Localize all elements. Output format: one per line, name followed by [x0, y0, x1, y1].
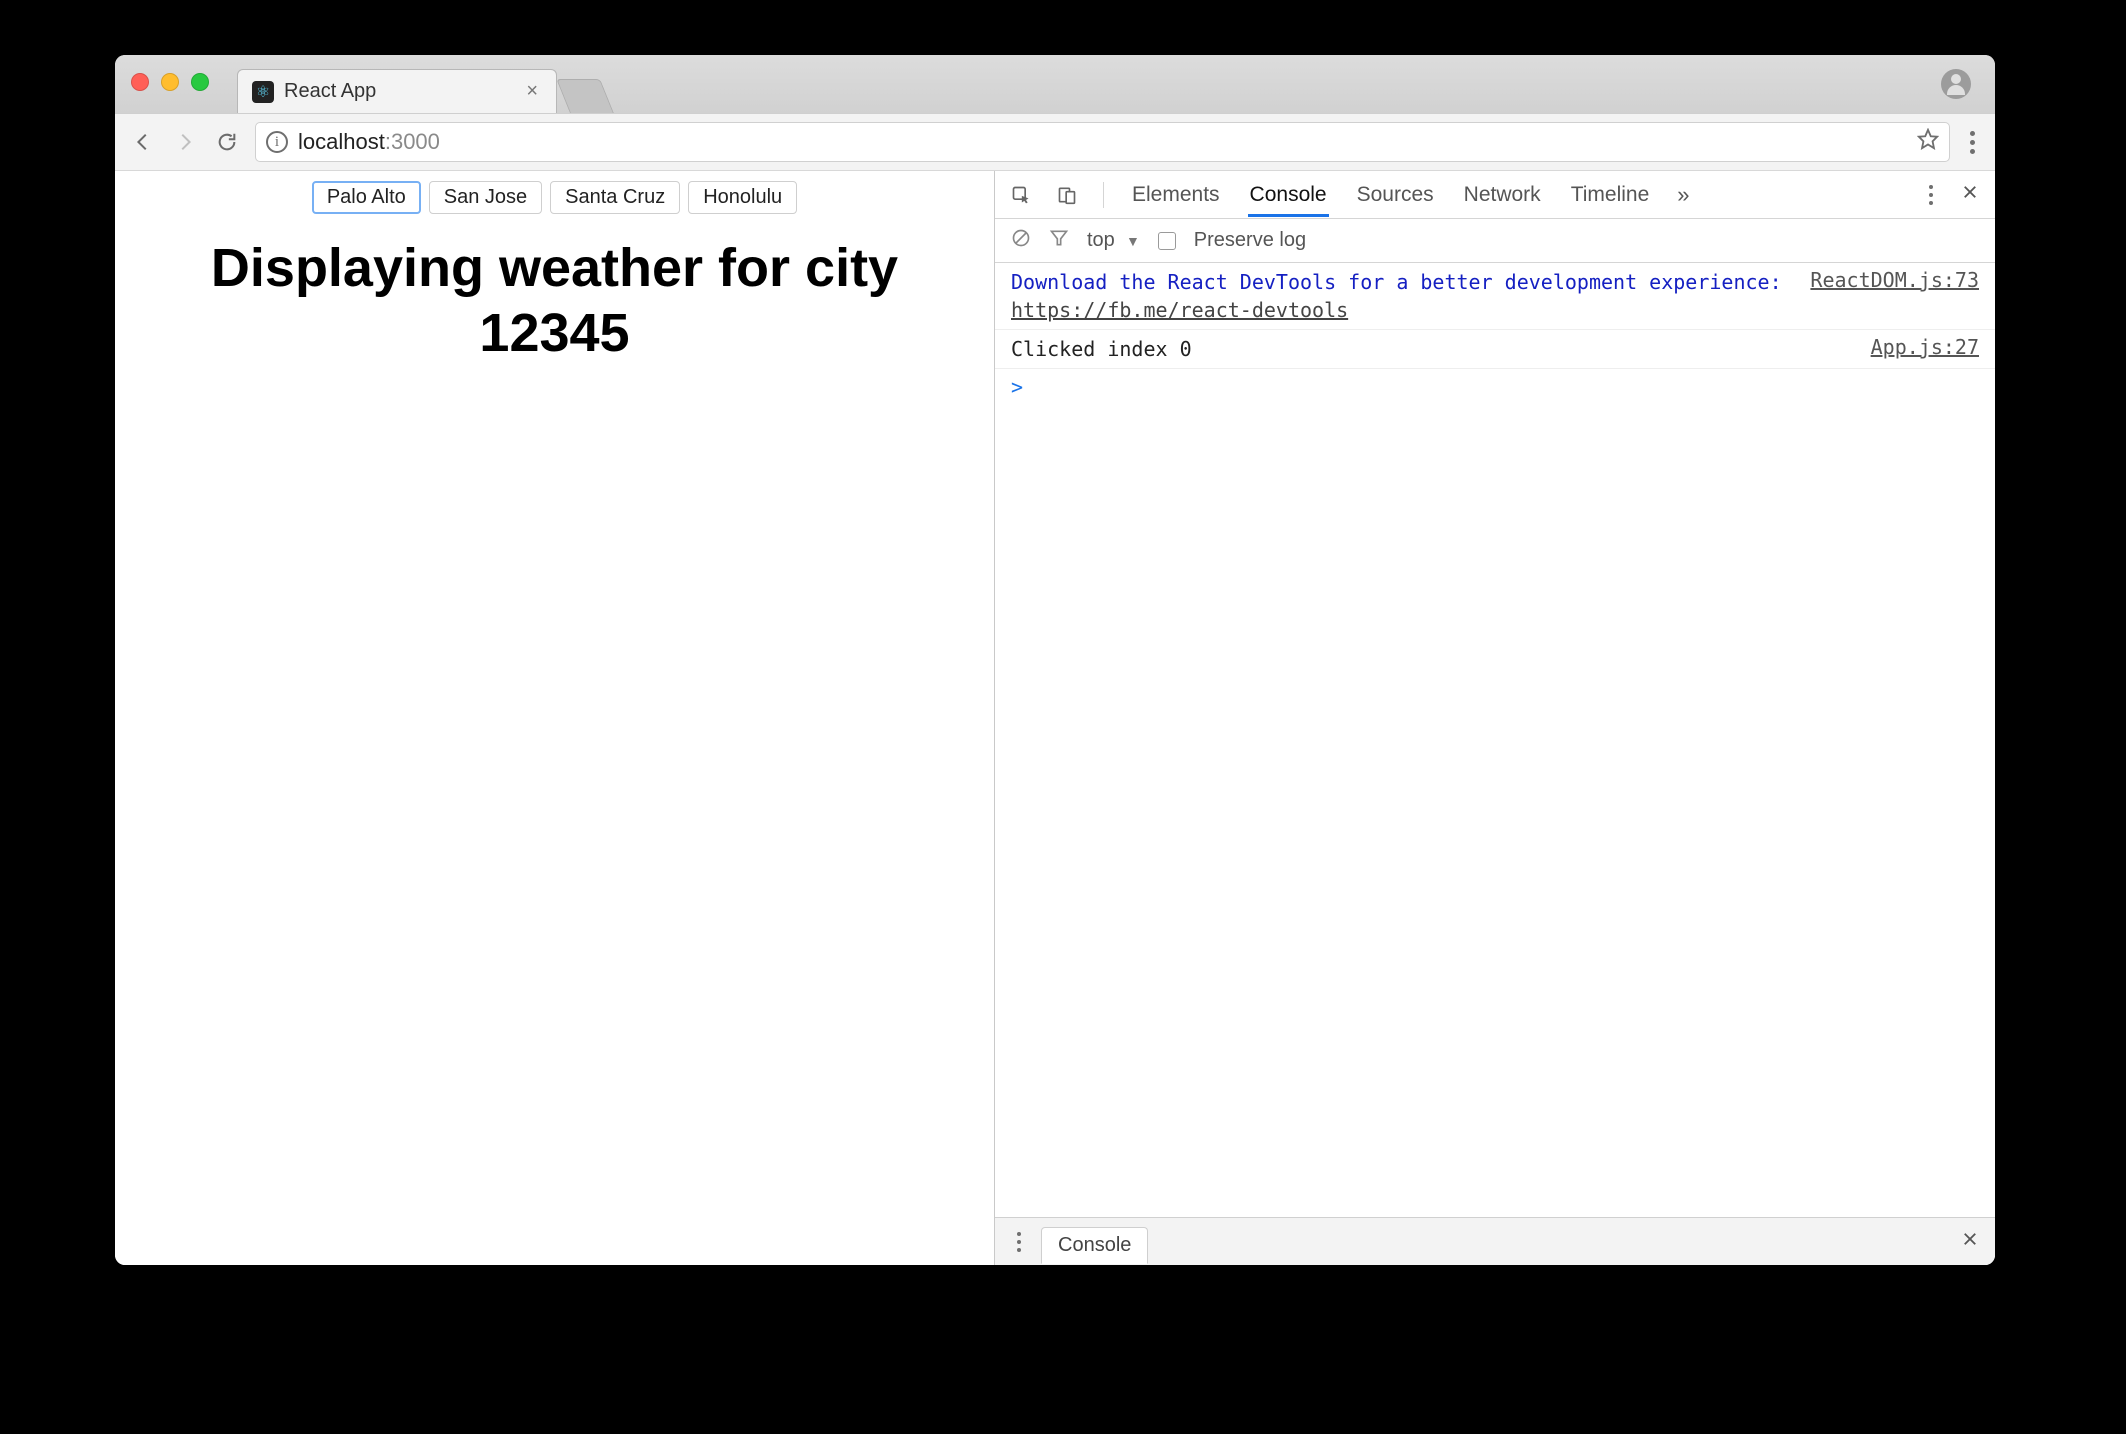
- devtools-menu-button[interactable]: [1923, 185, 1939, 205]
- window-controls: [131, 73, 209, 91]
- console-log-source[interactable]: App.js:27: [1871, 335, 1979, 359]
- preserve-log-label: Preserve log: [1194, 229, 1306, 252]
- devtools-tabs-overflow-icon[interactable]: »: [1677, 182, 1689, 208]
- city-button-row: Palo Alto San Jose Santa Cruz Honolulu: [115, 171, 994, 220]
- drawer-close-button[interactable]: [1961, 1230, 1979, 1254]
- devtools-drawer: Console: [995, 1217, 1995, 1265]
- window-close-button[interactable]: [131, 73, 149, 91]
- browser-window: ⚛ React App × i localhost:3000: [115, 55, 1995, 1265]
- drawer-menu-button[interactable]: [1011, 1232, 1027, 1252]
- preserve-log-checkbox[interactable]: [1158, 232, 1176, 250]
- city-button-santa-cruz[interactable]: Santa Cruz: [550, 181, 680, 214]
- city-button-honolulu[interactable]: Honolulu: [688, 181, 797, 214]
- page-headline: Displaying weather for city 12345: [115, 220, 994, 366]
- page-viewport: Palo Alto San Jose Santa Cruz Honolulu D…: [115, 171, 995, 1265]
- devtools-tab-bar: Elements Console Sources Network Timelin…: [995, 171, 1995, 219]
- tab-close-button[interactable]: ×: [522, 80, 542, 103]
- devtools-tab-console[interactable]: Console: [1248, 173, 1329, 217]
- url-port: :3000: [385, 129, 440, 154]
- console-filter-bar: top ▼ Preserve log: [995, 219, 1995, 263]
- device-toolbar-icon[interactable]: [1057, 185, 1077, 205]
- devtools-panel: Elements Console Sources Network Timelin…: [995, 171, 1995, 1265]
- city-button-palo-alto[interactable]: Palo Alto: [312, 181, 421, 214]
- reload-button[interactable]: [213, 128, 241, 156]
- execution-context-selector[interactable]: top ▼: [1087, 229, 1140, 252]
- city-button-san-jose[interactable]: San Jose: [429, 181, 542, 214]
- devtools-close-button[interactable]: [1961, 183, 1979, 207]
- new-tab-button[interactable]: [556, 79, 614, 113]
- window-minimize-button[interactable]: [161, 73, 179, 91]
- devtools-tab-network[interactable]: Network: [1462, 173, 1543, 217]
- browser-menu-button[interactable]: [1964, 131, 1981, 154]
- bookmark-star-icon[interactable]: [1917, 128, 1939, 156]
- react-favicon-icon: ⚛: [252, 81, 274, 103]
- console-log-row: Clicked index 0 App.js:27: [995, 330, 1995, 369]
- drawer-tab-console[interactable]: Console: [1041, 1227, 1148, 1264]
- back-button[interactable]: [129, 128, 157, 156]
- console-output: Download the React DevTools for a better…: [995, 263, 1995, 1217]
- console-log-row: Download the React DevTools for a better…: [995, 263, 1995, 330]
- site-info-icon[interactable]: i: [266, 131, 288, 153]
- address-bar[interactable]: i localhost:3000: [255, 122, 1950, 162]
- inspect-element-icon[interactable]: [1011, 185, 1031, 205]
- filter-icon[interactable]: [1049, 228, 1069, 254]
- tab-strip: ⚛ React App ×: [115, 55, 1995, 113]
- chevron-down-icon: ▼: [1126, 233, 1140, 249]
- window-zoom-button[interactable]: [191, 73, 209, 91]
- console-log-source[interactable]: ReactDOM.js:73: [1810, 268, 1979, 292]
- clear-console-icon[interactable]: [1011, 228, 1031, 254]
- profile-avatar-icon[interactable]: [1941, 69, 1971, 99]
- browser-tab[interactable]: ⚛ React App ×: [237, 69, 557, 113]
- tab-title: React App: [284, 80, 376, 103]
- forward-button[interactable]: [171, 128, 199, 156]
- console-prompt[interactable]: >: [995, 369, 1995, 405]
- devtools-tab-sources[interactable]: Sources: [1355, 173, 1436, 217]
- browser-toolbar: i localhost:3000: [115, 113, 1995, 171]
- console-log-message: Download the React DevTools for a better…: [1011, 268, 1796, 324]
- console-log-link[interactable]: https://fb.me/react-devtools: [1011, 298, 1348, 322]
- devtools-tab-timeline[interactable]: Timeline: [1569, 173, 1652, 217]
- url-host: localhost: [298, 129, 385, 154]
- devtools-tab-elements[interactable]: Elements: [1130, 173, 1222, 217]
- console-log-message: Clicked index 0: [1011, 335, 1857, 363]
- separator: [1103, 182, 1104, 208]
